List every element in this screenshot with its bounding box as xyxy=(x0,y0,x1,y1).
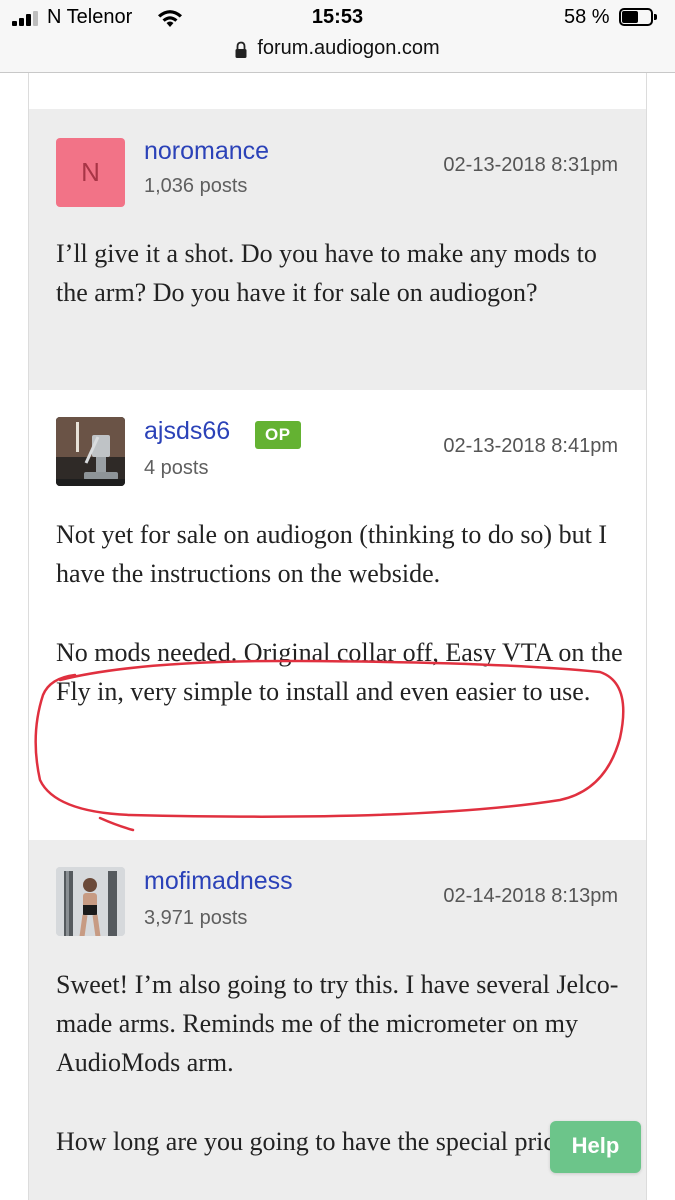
url-bar[interactable]: forum.audiogon.com xyxy=(0,36,675,73)
post-timestamp[interactable]: 02-13-2018 8:31pm xyxy=(443,154,618,177)
post-count: 3,971 posts xyxy=(144,907,248,929)
post-body: I’ll give it a shot. Do you have to make… xyxy=(56,234,626,312)
forum-thread: N noromance 1,036 posts 02-13-2018 8:31p… xyxy=(28,73,647,1200)
post-count: 4 posts xyxy=(144,457,209,479)
post-count: 1,036 posts xyxy=(144,175,248,197)
post-timestamp[interactable]: 02-13-2018 8:41pm xyxy=(443,435,618,458)
forum-post: N noromance 1,036 posts 02-13-2018 8:31p… xyxy=(29,109,646,390)
post-paragraph: No mods needed. Original collar off, Eas… xyxy=(56,638,623,706)
status-bar: N Telenor 15:53 58 % xyxy=(0,0,675,36)
avatar[interactable]: N xyxy=(56,138,125,207)
battery-icon xyxy=(619,8,657,26)
post-paragraph: Sweet! I’m also going to try this. I hav… xyxy=(56,970,619,1077)
user-photo-icon xyxy=(56,867,125,936)
avatar[interactable] xyxy=(56,867,125,936)
avatar[interactable] xyxy=(56,417,125,486)
post-timestamp[interactable]: 02-14-2018 8:13pm xyxy=(443,885,618,908)
username-link[interactable]: mofimadness xyxy=(144,867,293,896)
battery-percentage: 58 % xyxy=(564,6,610,28)
post-body: Sweet! I’m also going to try this. I hav… xyxy=(56,965,626,1161)
post-paragraph: I’ll give it a shot. Do you have to make… xyxy=(56,239,597,307)
turntable-photo-icon xyxy=(56,417,125,486)
post-paragraph: How long are you going to have the speci… xyxy=(56,1127,578,1156)
forum-post: ajsds66 OP 4 posts 02-13-2018 8:41pm Not… xyxy=(29,390,646,840)
username-link[interactable]: noromance xyxy=(144,137,269,166)
lock-icon xyxy=(235,41,247,58)
post-paragraph: Not yet for sale on audiogon (thinking t… xyxy=(56,520,607,588)
username-link[interactable]: ajsds66 xyxy=(144,417,230,446)
url-domain[interactable]: forum.audiogon.com xyxy=(257,37,439,60)
post-body: Not yet for sale on audiogon (thinking t… xyxy=(56,515,626,711)
op-badge: OP xyxy=(255,421,301,449)
help-button[interactable]: Help xyxy=(550,1121,641,1173)
